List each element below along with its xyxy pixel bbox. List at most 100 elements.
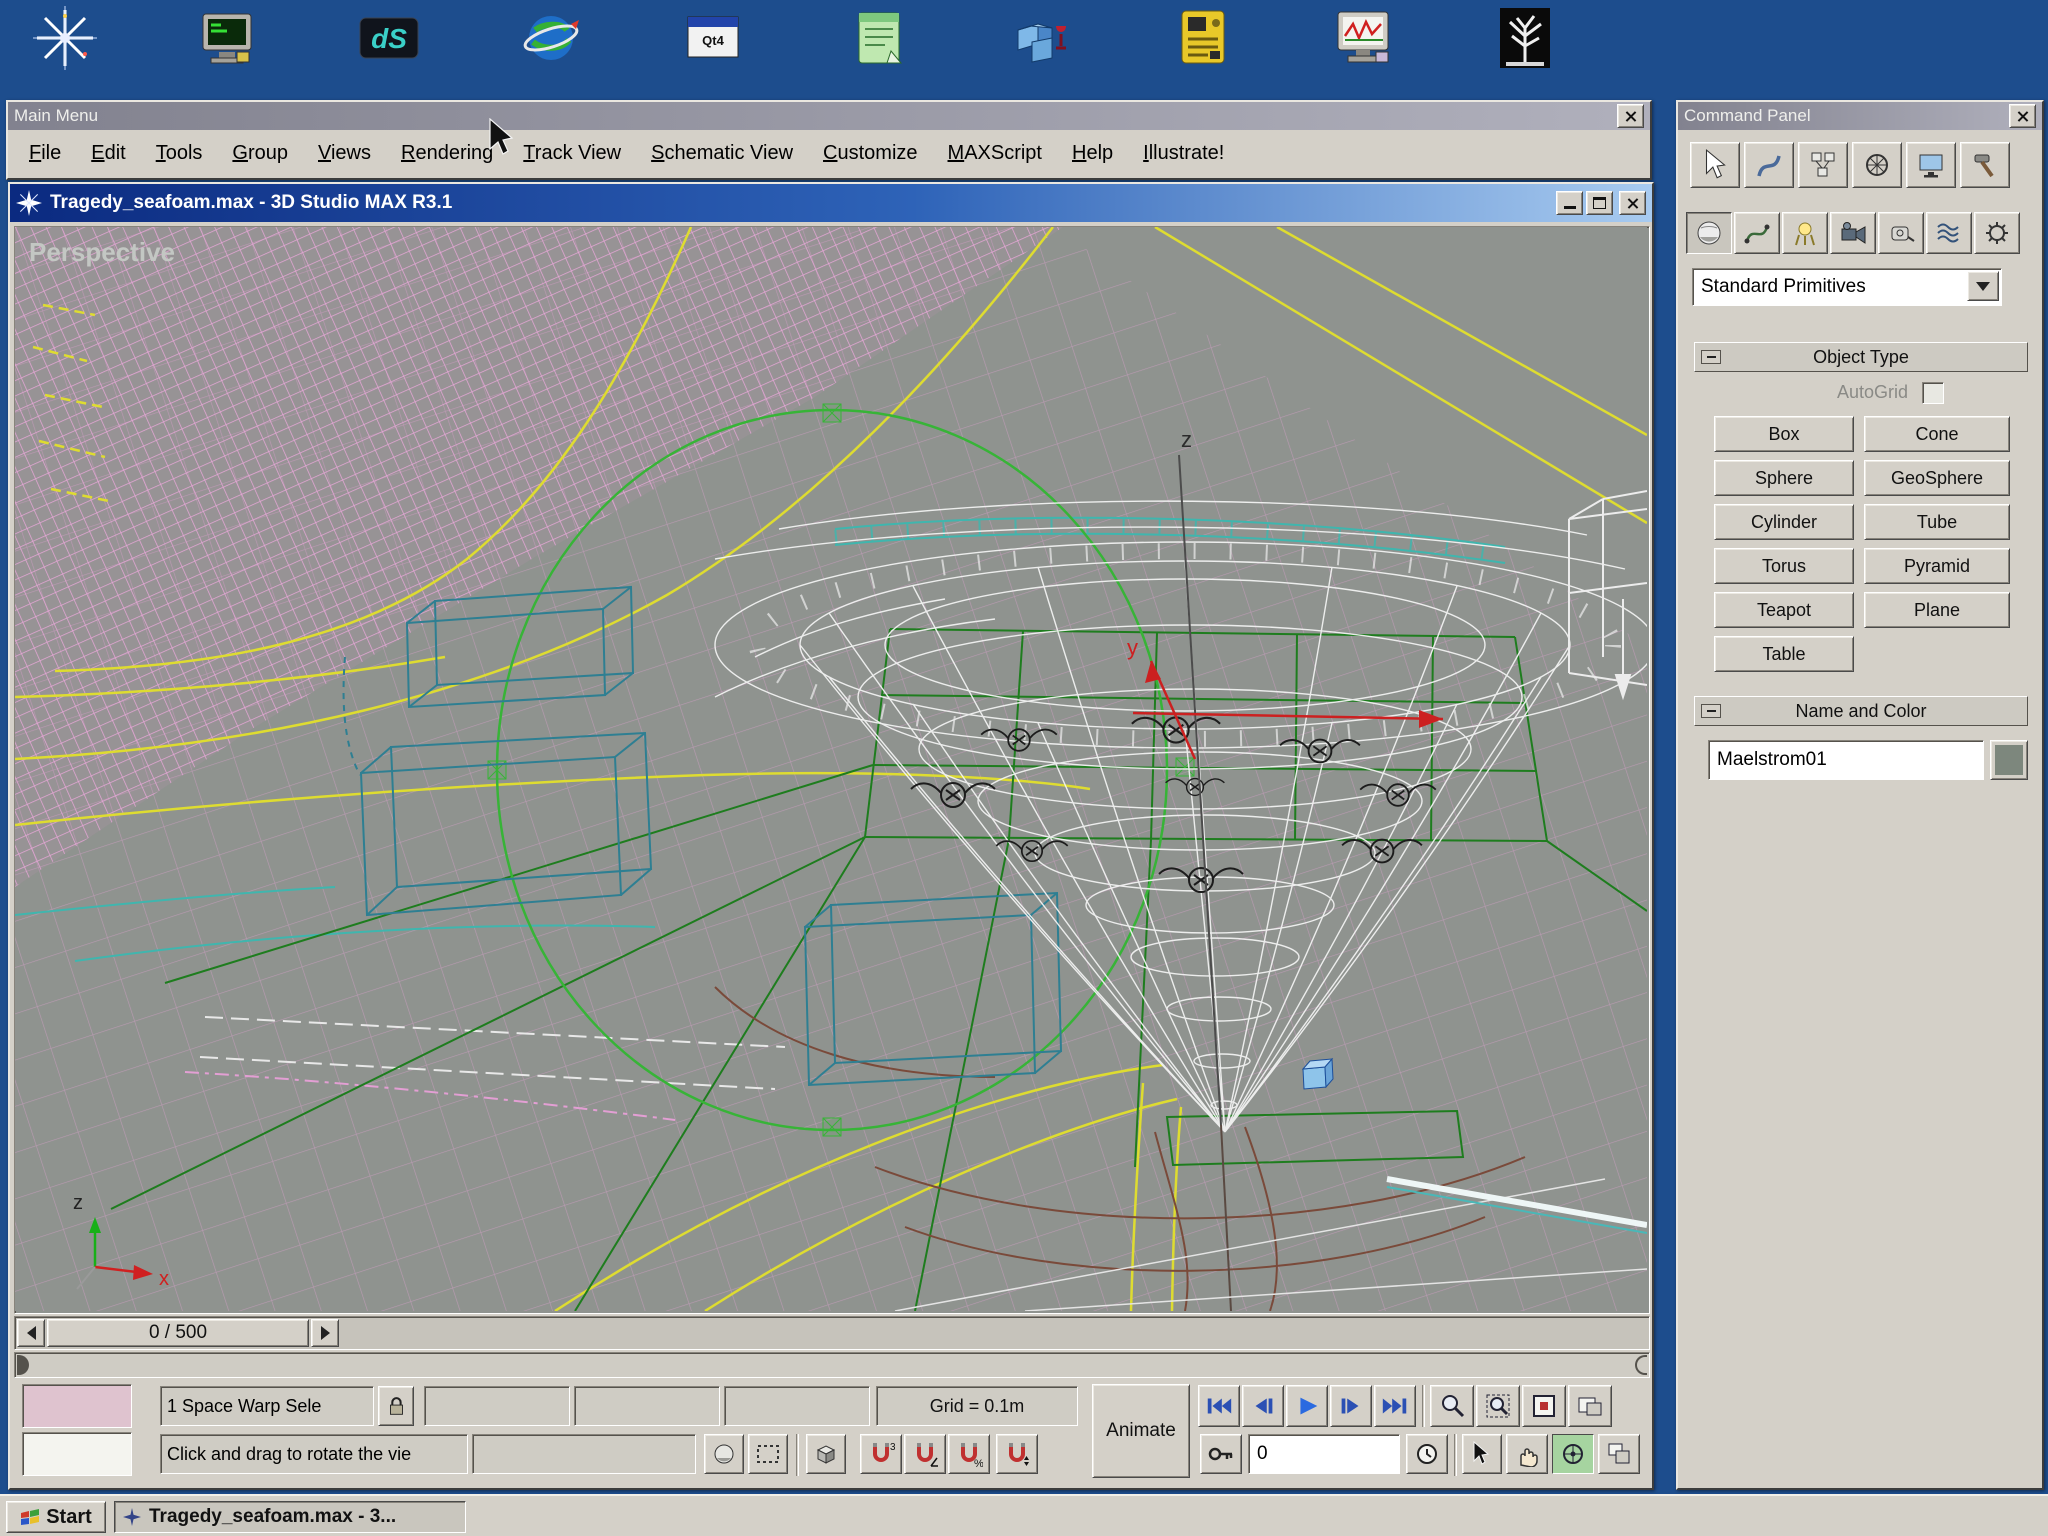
selection-lock-button[interactable] [378, 1386, 414, 1426]
start-label: Start [46, 1506, 92, 1529]
zoom-button[interactable] [1430, 1385, 1474, 1427]
waveform-monitor-icon[interactable] [1328, 2, 1398, 74]
tab-modify[interactable] [1744, 142, 1794, 188]
zoom-all-button[interactable] [1476, 1385, 1520, 1427]
menu-track-view[interactable]: Track View [508, 139, 636, 168]
menu-illustrate[interactable]: Illustrate! [1128, 139, 1239, 168]
primitive-geosphere-button[interactable]: GeoSphere [1864, 460, 2010, 496]
time-config-button[interactable] [1406, 1434, 1448, 1474]
menu-group[interactable]: Group [217, 139, 303, 168]
primitive-cylinder-button[interactable]: Cylinder [1714, 504, 1854, 540]
animate-button[interactable]: Animate [1092, 1384, 1190, 1478]
category-cameras[interactable] [1830, 212, 1876, 254]
pointer-icon [1471, 1441, 1493, 1467]
object-name-input[interactable]: Maelstrom01 [1708, 740, 1984, 780]
current-time-field[interactable]: 0 [1248, 1434, 1400, 1474]
time-slider-track[interactable]: 0 / 500 [14, 1316, 1650, 1350]
name-color-rollout[interactable]: Name and Color [1694, 696, 2028, 726]
close-icon[interactable] [1619, 191, 1646, 215]
perspective-viewport[interactable]: z y [14, 226, 1650, 1314]
crossing-selection-button[interactable] [704, 1434, 744, 1474]
category-systems[interactable] [1974, 212, 2020, 254]
track-bar[interactable] [14, 1352, 1650, 1378]
go-to-end-button[interactable] [1374, 1385, 1416, 1427]
menu-edit[interactable]: Edit [76, 139, 140, 168]
primitive-table-button[interactable]: Table [1714, 636, 1854, 672]
category-helpers[interactable] [1878, 212, 1924, 254]
tab-motion[interactable] [1852, 142, 1902, 188]
start-button[interactable]: Start [6, 1501, 106, 1533]
primitive-plane-button[interactable]: Plane [1864, 592, 2010, 628]
dos-terminal-icon[interactable] [192, 2, 262, 74]
key-mode-button[interactable] [1200, 1434, 1242, 1474]
circuit-card-icon[interactable] [1168, 2, 1238, 74]
max-titlebar[interactable]: Tragedy_seafoam.max - 3D Studio MAX R3.1 [10, 184, 1652, 222]
next-frame-button[interactable] [1330, 1385, 1372, 1427]
object-type-rollout[interactable]: Object Type [1694, 342, 2028, 372]
wine-boxes-icon[interactable] [1008, 2, 1078, 74]
maximize-icon[interactable] [1586, 191, 1613, 215]
globe-icon[interactable] [516, 2, 586, 74]
category-geometry[interactable] [1686, 212, 1732, 254]
primitive-sphere-button[interactable]: Sphere [1714, 460, 1854, 496]
menu-maxscript[interactable]: MAXScript [933, 139, 1057, 168]
tab-hierarchy[interactable] [1798, 142, 1848, 188]
close-icon[interactable] [2009, 104, 2036, 128]
autogrid-checkbox[interactable] [1922, 382, 1944, 404]
window-crossing-button[interactable] [748, 1434, 788, 1474]
degradation-override-button[interactable] [806, 1434, 846, 1474]
viewport-label[interactable]: Perspective [29, 237, 175, 268]
category-lights[interactable] [1782, 212, 1828, 254]
ds-logo-icon[interactable]: dS [354, 2, 424, 74]
pan-button[interactable] [1506, 1434, 1548, 1474]
time-slider-button[interactable]: 0 / 500 [47, 1319, 309, 1347]
primitive-category-dropdown[interactable]: Standard Primitives [1692, 268, 2002, 306]
menu-tools[interactable]: Tools [141, 139, 218, 168]
category-shapes[interactable] [1734, 212, 1780, 254]
start-flag-icon [20, 1507, 40, 1527]
qt4-icon[interactable]: Qt4 [678, 2, 748, 74]
primitive-tube-button[interactable]: Tube [1864, 504, 2010, 540]
time-step-back-button[interactable] [17, 1319, 45, 1347]
tab-display[interactable] [1906, 142, 1956, 188]
primitive-pyramid-button[interactable]: Pyramid [1864, 548, 2010, 584]
notepad-icon[interactable] [844, 2, 914, 74]
angle-snap-button[interactable] [904, 1434, 946, 1474]
menu-schematic-view[interactable]: Schematic View [636, 139, 808, 168]
percent-snap-button[interactable]: % [948, 1434, 990, 1474]
previous-frame-button[interactable] [1242, 1385, 1284, 1427]
object-color-swatch[interactable] [1990, 740, 2028, 780]
snap-toggle-button[interactable]: 3 [860, 1434, 902, 1474]
menu-help[interactable]: Help [1057, 139, 1128, 168]
min-max-toggle-button[interactable] [1598, 1434, 1640, 1474]
arc-rotate-button[interactable] [1552, 1434, 1594, 1474]
primitive-teapot-button[interactable]: Teapot [1714, 592, 1854, 628]
starburst-logo-icon[interactable] [30, 2, 100, 74]
menu-customize[interactable]: Customize [808, 139, 932, 168]
grid-readout: Grid = 0.1m [876, 1386, 1078, 1426]
play-button[interactable] [1286, 1385, 1328, 1427]
category-space-warps[interactable] [1926, 212, 1972, 254]
region-zoom-button[interactable] [1568, 1385, 1612, 1427]
taskbar-task-button[interactable]: Tragedy_seafoam.max - 3... [114, 1501, 466, 1533]
cameras-icon [1839, 219, 1867, 247]
tree-picture-icon[interactable] [1490, 2, 1560, 74]
menu-views[interactable]: Views [303, 139, 386, 168]
go-to-start-button[interactable] [1198, 1385, 1240, 1427]
dropdown-value: Standard Primitives [1701, 276, 1866, 298]
spinner-snap-button[interactable] [996, 1434, 1038, 1474]
close-icon[interactable] [1617, 104, 1644, 128]
time-step-forward-button[interactable] [311, 1319, 339, 1347]
dropdown-arrow-button[interactable] [1967, 271, 1999, 301]
tab-create[interactable] [1690, 142, 1740, 188]
minimize-icon[interactable] [1556, 191, 1583, 215]
primitive-box-button[interactable]: Box [1714, 416, 1854, 452]
menu-file[interactable]: File [14, 139, 76, 168]
main-menu-titlebar[interactable]: Main Menu [8, 102, 1650, 130]
command-panel-titlebar[interactable]: Command Panel [1678, 102, 2042, 130]
primitive-torus-button[interactable]: Torus [1714, 548, 1854, 584]
tab-utilities[interactable] [1960, 142, 2010, 188]
primitive-cone-button[interactable]: Cone [1864, 416, 2010, 452]
zoom-extents-button[interactable] [1522, 1385, 1566, 1427]
pointer-tool-button[interactable] [1462, 1434, 1502, 1474]
